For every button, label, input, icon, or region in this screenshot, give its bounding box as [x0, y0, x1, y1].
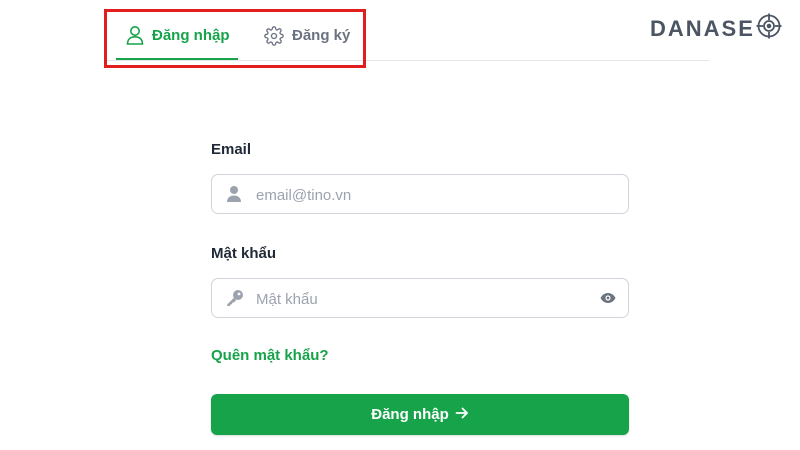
user-icon [226, 185, 242, 208]
submit-label: Đăng nhập [371, 406, 449, 423]
password-label: Mật khẩu [211, 245, 277, 262]
password-field[interactable] [211, 278, 629, 319]
arrow-right-icon [455, 406, 469, 424]
login-submit-button[interactable]: Đăng nhập [211, 394, 629, 435]
target-icon [755, 13, 782, 45]
forgot-password-link[interactable]: Quên mật khẩu? [211, 347, 329, 364]
brand-logo: DANASE [650, 13, 782, 45]
email-input[interactable] [254, 175, 598, 215]
tab-highlight-box [104, 9, 366, 68]
email-label: Email [211, 141, 252, 158]
brand-text: DANASE [650, 16, 755, 41]
key-icon [226, 289, 244, 312]
eye-icon[interactable] [600, 291, 616, 310]
email-field[interactable] [211, 174, 629, 215]
password-input[interactable] [254, 279, 598, 319]
